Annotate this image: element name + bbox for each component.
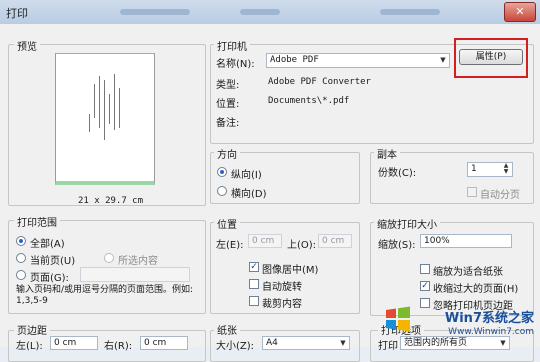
chevron-down-icon: ▼: [440, 56, 446, 64]
scale-label: 缩放(S):: [378, 240, 416, 251]
range-current-radio[interactable]: [16, 253, 26, 263]
print-range-group-label: 打印范围: [14, 214, 60, 229]
range-all-label[interactable]: 全部(A): [30, 235, 65, 250]
copies-input[interactable]: 1 ▲ ▼: [467, 162, 513, 177]
portrait-label[interactable]: 纵向(I): [231, 166, 262, 181]
shrink-oversized-label: 收缩过大的页面(H): [433, 284, 519, 295]
collate-checkbox[interactable]: [467, 187, 477, 197]
range-selection-radio: [104, 253, 114, 263]
properties-button[interactable]: 属性(P): [459, 49, 523, 65]
printer-select[interactable]: Adobe PDF ▼: [266, 53, 450, 68]
position-left-input[interactable]: 0 cm: [248, 234, 282, 248]
auto-rotate-checkbox[interactable]: [249, 279, 259, 289]
range-selection-label: 所选内容: [118, 256, 158, 267]
window-title: 打印: [6, 7, 28, 20]
printer-group-label: 打印机: [214, 38, 250, 53]
range-all-radio[interactable]: [16, 236, 26, 246]
printer-name-label: 名称(N):: [216, 59, 255, 70]
printer-type-label: 类型:: [216, 80, 240, 91]
margin-left-label: 左(L):: [16, 341, 43, 352]
page-preview: [55, 53, 155, 185]
margin-right-label: 右(R):: [104, 341, 133, 352]
scaling-group-label: 缩放打印大小: [374, 216, 440, 231]
margin-right-input[interactable]: 0 cm: [140, 336, 188, 350]
position-left-label: 左(E):: [216, 240, 244, 251]
auto-rotate-label: 自动旋转: [262, 282, 302, 293]
position-top-input[interactable]: 0 cm: [318, 234, 352, 248]
orientation-group-label: 方向: [214, 146, 240, 161]
watermark: Win7系统之家 Www.Winwin7.com: [384, 303, 534, 343]
watermark-url: Www.Winwin7.com: [448, 327, 534, 337]
printer-type-value: Adobe PDF Converter: [268, 77, 371, 87]
center-image-checkbox[interactable]: ✓: [249, 262, 259, 272]
margins-group-label: 页边距: [14, 322, 50, 337]
watermark-brand: Win7系统之家: [444, 311, 534, 326]
crop-content-checkbox[interactable]: [249, 296, 259, 306]
paper-group-label: 纸张: [214, 322, 240, 337]
landscape-label[interactable]: 横向(D): [231, 185, 267, 200]
fit-paper-checkbox[interactable]: [420, 264, 430, 274]
position-top-label: 上(O):: [287, 240, 317, 251]
close-icon[interactable]: ✕: [504, 2, 536, 22]
printer-location-value: Documents\*.pdf: [268, 96, 350, 106]
copies-count-label: 份数(C):: [378, 168, 417, 179]
copies-group-label: 副本: [374, 146, 400, 161]
center-image-label: 图像居中(M): [262, 265, 319, 276]
printer-comment-label: 备注:: [216, 118, 240, 129]
paper-size-select[interactable]: A4 ▼: [262, 336, 350, 350]
chevron-down-icon: ▼: [340, 339, 346, 347]
range-pages-label[interactable]: 页面(G):: [30, 269, 69, 284]
paper-size-select-label: 大小(Z):: [216, 341, 255, 352]
title-bar: 打印 ✕: [0, 0, 540, 25]
range-hint: 输入页码和/或用逗号分隔的页面范围。例如: 1,3,5-9: [16, 285, 194, 306]
printer-location-label: 位置:: [216, 99, 240, 110]
shrink-oversized-checkbox[interactable]: ✓: [420, 281, 430, 291]
fit-paper-label: 缩放为适合纸张: [433, 267, 503, 278]
windows-logo-icon: [386, 306, 410, 332]
collate-label: 自动分页: [480, 190, 520, 201]
range-current-label[interactable]: 当前页(U): [30, 252, 75, 267]
preview-group-label: 预览: [14, 38, 40, 53]
paper-size-label: 21 x 29.7 cm: [78, 196, 144, 206]
landscape-radio[interactable]: [217, 186, 227, 196]
range-pages-radio[interactable]: [16, 270, 26, 280]
margin-left-input[interactable]: 0 cm: [50, 336, 98, 350]
spinner-icon[interactable]: ▲ ▼: [500, 163, 512, 176]
pages-input[interactable]: [80, 267, 190, 282]
position-group-label: 位置: [214, 216, 240, 231]
portrait-radio[interactable]: [217, 167, 227, 177]
crop-content-label: 裁剪内容: [262, 299, 302, 310]
scale-input[interactable]: 100%: [420, 234, 512, 248]
